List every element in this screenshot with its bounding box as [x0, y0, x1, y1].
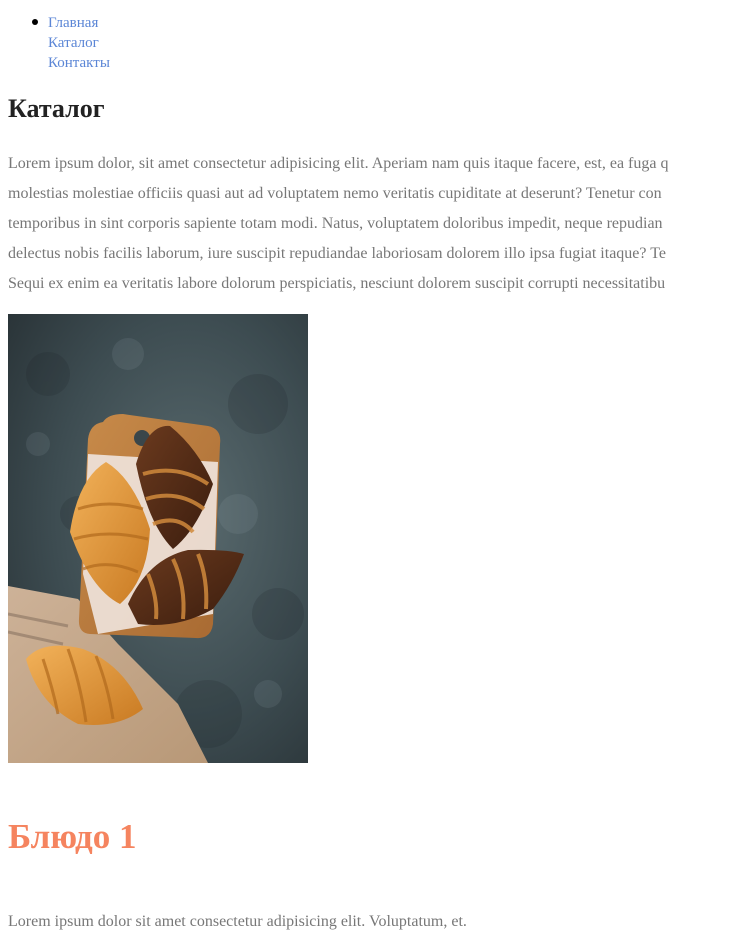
intro-line: temporibus in sint corporis sapiente tot…	[8, 215, 663, 232]
intro-paragraph: Lorem ipsum dolor, sit amet consectetur …	[8, 149, 744, 299]
main-nav: Главная Каталог Контакты	[32, 13, 110, 73]
nav-link-contacts[interactable]: Контакты	[48, 55, 110, 71]
list-bullet	[32, 19, 38, 25]
dish-title: Блюдо 1	[8, 817, 137, 856]
dish-image	[8, 314, 308, 763]
page-title: Каталог	[8, 94, 105, 123]
intro-line: Sequi ex enim ea veritatis labore doloru…	[8, 275, 666, 292]
nav-link-catalog[interactable]: Каталог	[48, 35, 99, 51]
intro-line: molestias molestiae officiis quasi aut a…	[8, 185, 662, 202]
dish-description: Lorem ipsum dolor sit amet consectetur a…	[8, 913, 467, 930]
intro-line: delectus nobis facilis laborum, iure sus…	[8, 245, 666, 262]
nav-link-home[interactable]: Главная	[48, 15, 98, 31]
nav-item-home: Главная Каталог Контакты	[32, 13, 110, 73]
intro-line: Lorem ipsum dolor, sit amet consectetur …	[8, 155, 669, 172]
